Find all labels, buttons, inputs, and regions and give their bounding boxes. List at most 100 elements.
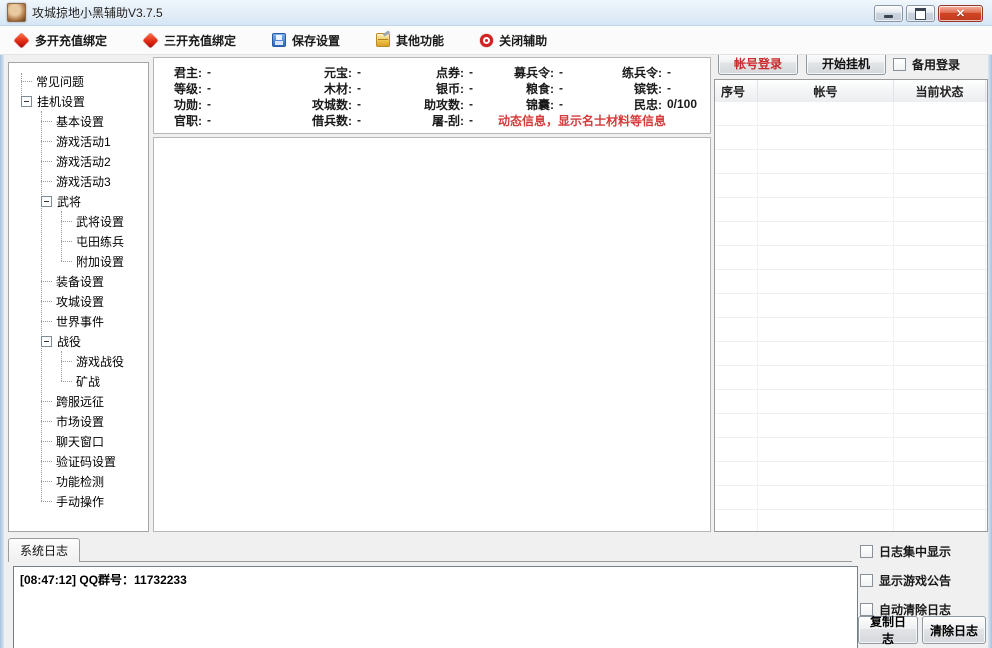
collapse-icon[interactable]	[41, 335, 52, 347]
toolbar-item-label: 其他功能	[396, 33, 445, 48]
stat-label: 屠-刮:	[432, 113, 464, 128]
settings-tree: 常见问题 挂机设置基本设置游戏活动1 游戏活动2 游戏活动3 武将 武将设置屯田练兵附加设…	[8, 62, 149, 532]
tree-guide-line	[61, 351, 62, 381]
tree-item-label: 附加设置	[76, 254, 125, 269]
checkbox[interactable]	[860, 574, 873, 587]
collapse-icon[interactable]	[41, 195, 52, 207]
player-stats-panel: 君主: - 元宝: - 点券: - 募兵令: - 练兵令: - 等级: - 木材: - 银币: - 粮食: - 镔铁…	[153, 57, 711, 134]
tree-item[interactable]: 武将	[9, 191, 148, 211]
tree-connector	[61, 260, 72, 262]
table-column-divider	[893, 102, 894, 531]
tree-connector	[41, 140, 52, 142]
stat-value: -	[207, 113, 211, 127]
backup-login-checkbox[interactable]	[893, 58, 906, 71]
save-settings-button[interactable]: 保存设置	[272, 32, 340, 49]
maximize-button[interactable]	[906, 5, 935, 22]
table-column-header[interactable]: 序号	[715, 80, 758, 102]
tree-item[interactable]: 功能检测	[9, 471, 148, 491]
minimize-icon	[884, 15, 893, 18]
app-window: 攻城掠地小黑辅助V3.7.5 ✕ 多开充值绑定 三开充值绑定 保存设置 其他功能 关闭辅…	[0, 0, 992, 648]
app-icon	[7, 3, 26, 22]
tree-item[interactable]: 聊天窗口	[9, 431, 148, 451]
red-gem-icon	[13, 32, 30, 48]
tree-item[interactable]: 附加设置	[9, 251, 148, 271]
tree-item-label: 矿战	[76, 374, 101, 389]
accounts-table[interactable]: 序号 帐号 当前状态	[714, 79, 988, 532]
tree-item[interactable]: 游戏活动2	[9, 151, 148, 171]
minimize-button[interactable]	[874, 5, 903, 22]
system-log-output[interactable]: [08:47:12] QQ群号：11732233	[13, 566, 858, 648]
stat-label: 助攻数:	[424, 97, 464, 112]
tab-system-log[interactable]: 系统日志	[8, 538, 80, 562]
close-assistant-button[interactable]: 关闭辅助	[480, 32, 547, 49]
tree-item[interactable]: 手动操作	[9, 491, 148, 511]
tree-item[interactable]: 武将设置	[9, 211, 148, 231]
triple-open-recharge-bind-button[interactable]: 三开充值绑定	[142, 32, 236, 49]
clear-log-button[interactable]: 清除日志	[922, 616, 986, 644]
log-option-checkbox-row[interactable]: 日志集中显示	[860, 543, 951, 560]
tree-item[interactable]: 世界事件	[9, 311, 148, 331]
tree-item-label: 聊天窗口	[56, 434, 105, 449]
stat-label: 民忠:	[634, 97, 662, 112]
log-option-checkbox-row[interactable]: 显示游戏公告	[860, 572, 951, 589]
stat-label: 练兵令:	[622, 65, 662, 80]
table-column-divider	[757, 102, 758, 531]
stat-label: 木材:	[324, 81, 352, 96]
other-functions-button[interactable]: 其他功能	[376, 32, 444, 49]
multi-open-recharge-bind-button[interactable]: 多开充值绑定	[13, 32, 108, 49]
tree-item[interactable]: 游戏活动3	[9, 171, 148, 191]
tree-connector	[61, 240, 72, 242]
tree-item-label: 屯田练兵	[76, 234, 125, 249]
stat-label: 募兵令:	[514, 65, 554, 80]
stat-label: 借兵数:	[312, 113, 352, 128]
tree-item[interactable]: 市场设置	[9, 411, 148, 431]
copy-log-button[interactable]: 复制日志	[858, 615, 918, 646]
stat-field: 点券: -	[412, 64, 498, 80]
tree-item-label: 基本设置	[56, 114, 105, 129]
account-login-button[interactable]: 帐号登录	[718, 52, 798, 75]
toolbar-item-label: 保存设置	[292, 33, 341, 48]
tree-item[interactable]: 游戏活动1	[9, 131, 148, 151]
tree-connector	[41, 480, 52, 482]
tree-connector	[21, 80, 32, 82]
checkbox[interactable]	[860, 545, 873, 558]
stat-value: -	[469, 65, 473, 79]
stat-value: -	[207, 81, 211, 95]
tree-item[interactable]: 基本设置	[9, 111, 148, 131]
tree-item[interactable]: 装备设置	[9, 271, 148, 291]
tree-item[interactable]: 挂机设置	[9, 91, 148, 111]
tree-connector	[41, 500, 52, 502]
tree-item-label: 游戏活动3	[56, 174, 111, 189]
start-hangup-button[interactable]: 开始挂机	[806, 52, 886, 75]
stat-label: 锦囊:	[526, 97, 554, 112]
tree-item-label: 市场设置	[56, 414, 105, 429]
tree-item[interactable]: 常见问题	[9, 71, 148, 91]
tree-item[interactable]: 战役	[9, 331, 148, 351]
window-title: 攻城掠地小黑辅助V3.7.5	[32, 6, 163, 20]
stat-field: 木材: -	[296, 80, 412, 96]
tree-connector	[41, 400, 52, 402]
tree-item-label: 手动操作	[56, 494, 105, 509]
tree-item[interactable]: 攻城设置	[9, 291, 148, 311]
close-icon: ✕	[955, 8, 966, 20]
stat-value: -	[207, 97, 211, 111]
tree-item[interactable]: 矿战	[9, 371, 148, 391]
backup-login-checkbox-row[interactable]: 备用登录	[893, 56, 960, 73]
tree-item[interactable]: 跨服远征	[9, 391, 148, 411]
table-column-header[interactable]: 帐号	[758, 80, 894, 102]
close-button[interactable]: ✕	[938, 5, 983, 22]
tree-item-label: 装备设置	[56, 274, 105, 289]
toolbar-item-label: 多开充值绑定	[35, 33, 108, 48]
tree-item[interactable]: 屯田练兵	[9, 231, 148, 251]
table-column-header[interactable]: 当前状态	[894, 80, 986, 102]
tree-connector	[41, 180, 52, 182]
maximize-icon	[915, 7, 926, 20]
stat-value: -	[667, 65, 671, 79]
accounts-table-body[interactable]	[715, 102, 987, 531]
log-options: 日志集中显示 显示游戏公告 自动清除日志	[860, 543, 951, 618]
tree-item[interactable]: 验证码设置	[9, 451, 148, 471]
tree-item[interactable]: 游戏战役	[9, 351, 148, 371]
stat-value: -	[357, 113, 361, 127]
collapse-icon[interactable]	[21, 95, 32, 107]
stat-field: 元宝: -	[296, 64, 412, 80]
